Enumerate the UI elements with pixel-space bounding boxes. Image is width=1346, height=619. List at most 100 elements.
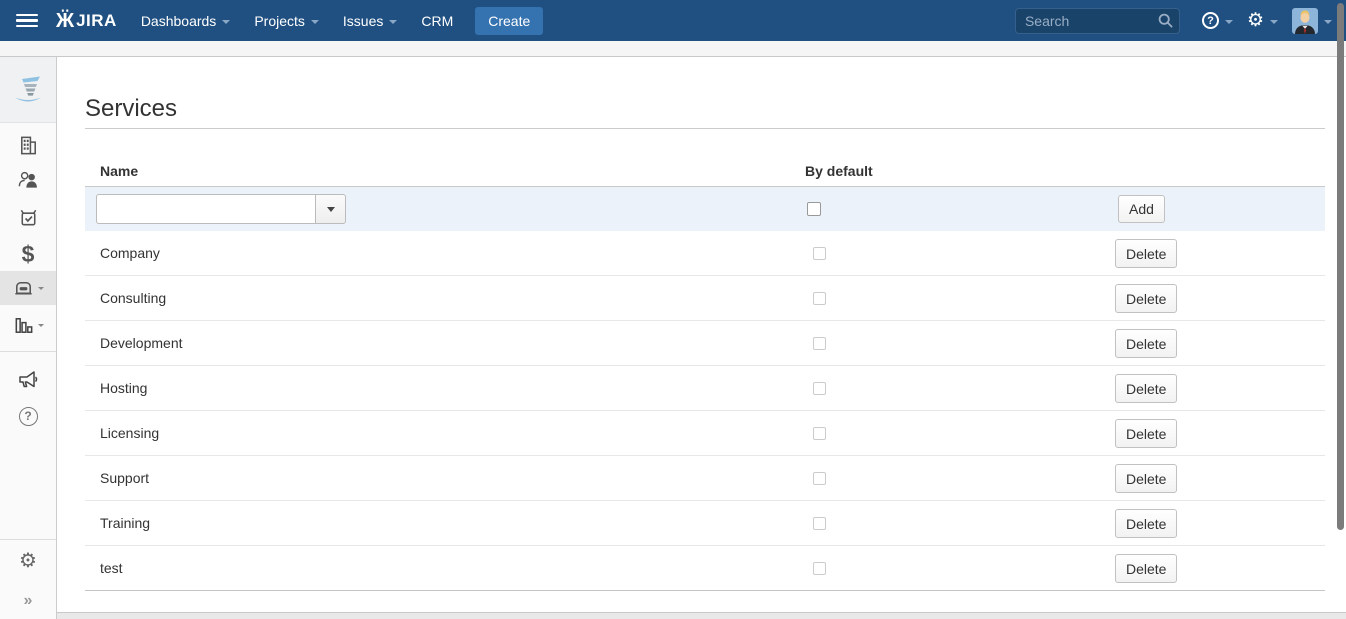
help-menu[interactable]: ? [1202,12,1233,29]
by-default-checkbox[interactable] [813,427,826,440]
sidebar-item-announcements[interactable] [0,362,56,396]
service-name: Hosting [100,380,147,396]
nav-crm-label: CRM [421,13,453,29]
by-default-checkbox[interactable] [813,472,826,485]
service-name: Company [100,245,160,261]
sidebar-expand-toggle[interactable]: » [0,584,56,618]
service-name: Support [100,470,149,486]
top-navigation-bar: Ӝ JIRA Dashboards Projects Issues CRM Cr… [0,0,1346,41]
service-name: Licensing [100,425,159,441]
by-default-checkbox[interactable] [813,247,826,260]
nav-projects[interactable]: Projects [254,13,319,29]
service-name: test [100,560,123,576]
sidebar-item-services-selected[interactable] [0,271,56,305]
services-table: Name By default Add Company Delete Consu… [85,155,1325,591]
service-name: Training [100,515,150,531]
chevron-down-icon [1324,20,1332,24]
by-default-checkbox[interactable] [813,517,826,530]
table-row: Training Delete [85,501,1325,546]
chevron-down-icon [389,20,397,24]
by-default-checkbox[interactable] [813,382,826,395]
delete-button[interactable]: Delete [1115,374,1177,403]
sidebar-item-settings[interactable]: ⚙ [0,544,56,578]
user-profile-menu[interactable] [1292,8,1332,34]
nav-dashboards[interactable]: Dashboards [141,13,231,29]
nav-projects-label: Projects [254,13,305,29]
by-default-checkbox[interactable] [813,562,826,575]
contacts-people-icon [16,168,40,191]
nav-issues[interactable]: Issues [343,13,397,29]
vertical-scrollbar-thumb[interactable] [1337,3,1344,530]
package-check-icon [17,206,40,229]
table-header-row: Name By default [85,155,1325,187]
title-divider [85,128,1325,129]
jira-charlie-icon: Ӝ [56,11,74,31]
column-header-name: Name [100,163,138,179]
gear-icon: ⚙ [19,551,37,571]
sidebar-item-reports[interactable] [0,308,56,342]
service-name: Consulting [100,290,166,306]
delete-button[interactable]: Delete [1115,284,1177,313]
double-chevron-right-icon: » [24,592,33,610]
services-archive-icon [12,277,35,300]
service-name: Development [100,335,183,351]
sidebar-item-products[interactable] [0,200,56,234]
page-header-strip [0,41,1346,57]
sidebar-item-companies[interactable] [0,128,56,162]
sidebar-separator [0,539,56,540]
delete-button[interactable]: Delete [1115,464,1177,493]
delete-button[interactable]: Delete [1115,554,1177,583]
search-icon[interactable] [1158,13,1173,28]
chevron-down-icon [38,324,44,327]
chevron-down-icon [327,207,335,212]
admin-settings-menu[interactable]: ⚙ [1247,11,1278,30]
by-default-checkbox[interactable] [813,337,826,350]
main-content: Services Name By default Add Company Del… [57,57,1346,619]
content-bottom-strip [57,612,1346,619]
by-default-checkbox[interactable] [813,292,826,305]
crm-plugin-logo[interactable] [0,57,56,123]
combobox-dropdown-button[interactable] [315,194,346,224]
page-title: Services [85,95,177,123]
help-icon: ? [19,407,38,426]
add-button[interactable]: Add [1118,195,1165,223]
search-input[interactable] [1015,8,1180,34]
delete-button[interactable]: Delete [1115,419,1177,448]
chevron-down-icon [1225,20,1233,24]
sidebar-item-transactions[interactable]: $ [0,237,56,271]
app-switcher-icon[interactable] [16,14,38,28]
column-header-by-default: By default [805,163,873,179]
create-button[interactable]: Create [475,7,543,35]
dollar-icon: $ [22,241,35,268]
delete-button[interactable]: Delete [1115,329,1177,358]
sidebar-item-help[interactable]: ? [0,399,56,433]
crm-sidebar: $ ? [0,57,57,619]
cup-logo-icon [13,76,43,104]
chevron-down-icon [222,20,230,24]
nav-dashboards-label: Dashboards [141,13,217,29]
help-icon: ? [1202,12,1219,29]
bar-chart-icon [12,314,35,337]
table-row: Licensing Delete [85,411,1325,456]
megaphone-icon [16,367,40,391]
jira-logo[interactable]: Ӝ JIRA [56,11,117,31]
add-service-row: Add [85,187,1325,231]
table-row: test Delete [85,546,1325,591]
delete-button[interactable]: Delete [1115,509,1177,538]
table-row: Support Delete [85,456,1325,501]
chevron-down-icon [311,20,319,24]
nav-issues-label: Issues [343,13,383,29]
new-service-by-default-checkbox[interactable] [807,202,821,216]
sidebar-item-contacts[interactable] [0,162,56,196]
delete-button[interactable]: Delete [1115,239,1177,268]
nav-crm[interactable]: CRM [421,13,453,29]
gear-icon: ⚙ [1247,11,1264,30]
building-icon [17,134,40,157]
sidebar-separator [0,351,56,352]
jira-logo-text: JIRA [76,11,117,31]
user-avatar [1292,8,1318,34]
table-row: Company Delete [85,231,1325,276]
chevron-down-icon [1270,20,1278,24]
table-row: Consulting Delete [85,276,1325,321]
new-service-name-input[interactable] [96,194,315,224]
